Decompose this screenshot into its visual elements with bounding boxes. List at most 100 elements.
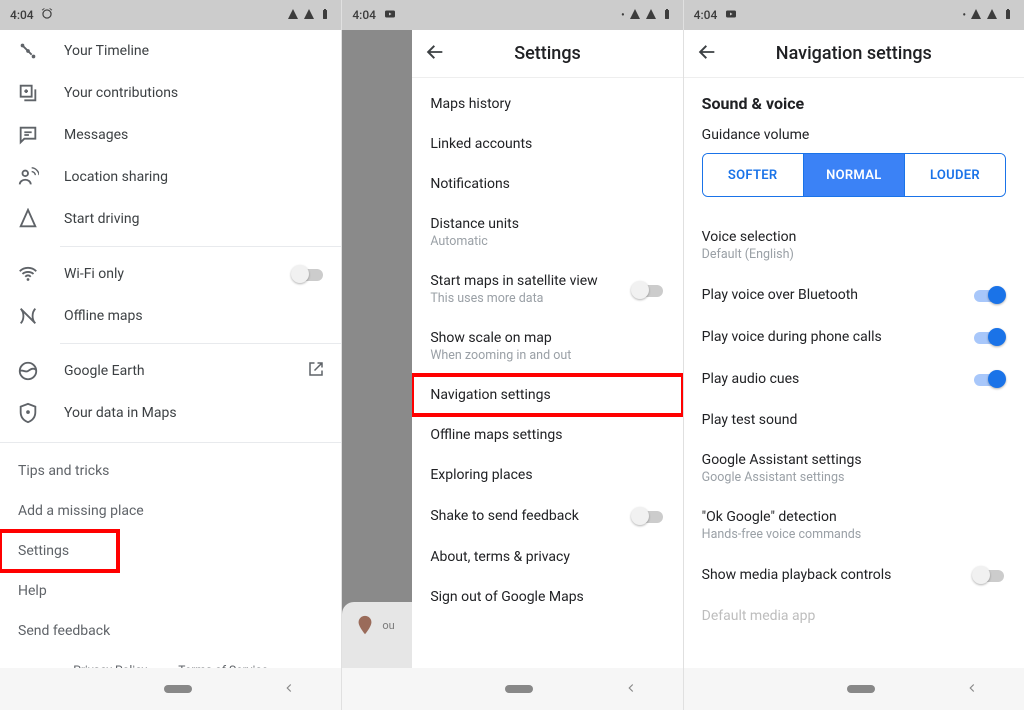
drawer-label: Location sharing [64, 169, 168, 185]
setting-about[interactable]: About, terms & privacy [412, 537, 682, 577]
drawer-label: Settings [18, 543, 69, 559]
back-button[interactable] [282, 680, 296, 699]
wifi-icon [16, 262, 40, 286]
ga-settings-row[interactable]: Google Assistant settingsGoogle Assistan… [702, 440, 1006, 497]
setting-exploring[interactable]: Exploring places [412, 455, 682, 495]
status-bar: 4:04 [0, 0, 341, 30]
drawer-help[interactable]: Help [0, 571, 341, 611]
satellite-toggle[interactable] [631, 281, 665, 299]
wifi-only-toggle[interactable] [291, 265, 325, 283]
setting-signout[interactable]: Sign out of Google Maps [412, 577, 682, 617]
shake-toggle[interactable] [631, 507, 665, 525]
row-sublabel: Google Assistant settings [702, 470, 862, 485]
drawer-start-driving[interactable]: Start driving [0, 198, 341, 240]
setting-notifications[interactable]: Notifications [412, 164, 682, 204]
back-icon[interactable] [424, 41, 446, 67]
system-nav-bar [684, 668, 1024, 710]
row-label: "Ok Google" detection [702, 509, 862, 525]
row-label: Play audio cues [702, 371, 800, 387]
setting-maps-history[interactable]: Maps history [412, 84, 682, 124]
drawer-label: Messages [64, 127, 128, 143]
status-bar: 4:04 • [684, 0, 1024, 30]
drawer-offline-maps[interactable]: Offline maps [0, 295, 341, 337]
okg-row[interactable]: "Ok Google" detectionHands-free voice co… [702, 497, 1006, 554]
drawer-wifi-only[interactable]: Wi-Fi only [0, 253, 341, 295]
divider [60, 343, 341, 344]
drawer-your-data[interactable]: Your data in Maps [0, 392, 341, 434]
drawer-settings[interactable]: Settings [0, 531, 118, 571]
drawer-your-timeline[interactable]: Your Timeline [0, 30, 341, 72]
location-sharing-icon [16, 165, 40, 189]
voice-selection-row[interactable]: Voice selectionDefault (English) [702, 217, 1006, 274]
drawer-label: Help [18, 583, 47, 599]
battery-icon [1002, 8, 1014, 23]
phone-settings-screen: 4:04 • GO ou [341, 0, 682, 710]
setting-shake[interactable]: Shake to send feedback [412, 495, 682, 537]
alarm-icon [40, 7, 54, 24]
drawer-add-missing[interactable]: Add a missing place [0, 491, 341, 531]
nav-settings-sheet: Navigation settings Sound & voice Guidan… [684, 30, 1024, 668]
guidance-volume-segment: SOFTER NORMAL LOUDER [702, 153, 1006, 197]
youtube-icon [723, 8, 739, 23]
contributions-icon [16, 81, 40, 105]
volume-softer-button[interactable]: SOFTER [703, 154, 803, 196]
back-button[interactable] [624, 680, 638, 699]
open-external-icon [307, 360, 325, 382]
drawer-send-feedback[interactable]: Send feedback [0, 611, 341, 651]
row-label: Voice selection [702, 229, 797, 245]
setting-label: Show scale on map [430, 330, 571, 346]
setting-offline-maps[interactable]: Offline maps settings [412, 415, 682, 455]
row-label: Default media app [702, 608, 816, 624]
sound-voice-header: Sound & voice [702, 94, 1006, 113]
setting-label: Notifications [430, 176, 510, 192]
youtube-icon [382, 8, 398, 23]
media-playback-row[interactable]: Show media playback controls [702, 554, 1006, 596]
row-label: Play voice during phone calls [702, 329, 882, 345]
signal-icon [645, 8, 657, 23]
system-nav-bar [0, 668, 341, 710]
audio-cues-row[interactable]: Play audio cues [702, 358, 1006, 400]
during-calls-toggle[interactable] [972, 328, 1006, 346]
offline-maps-icon [16, 304, 40, 328]
shield-icon [16, 401, 40, 425]
bluetooth-row[interactable]: Play voice over Bluetooth [702, 274, 1006, 316]
setting-navigation[interactable]: Navigation settings [412, 375, 682, 415]
setting-show-scale[interactable]: Show scale on mapWhen zooming in and out [412, 318, 682, 375]
drawer-label: Your data in Maps [64, 405, 177, 421]
drawer-label: Your Timeline [64, 43, 149, 59]
setting-label: Distance units [430, 216, 519, 232]
drawer-location-sharing[interactable]: Location sharing [0, 156, 341, 198]
setting-linked-accounts[interactable]: Linked accounts [412, 124, 682, 164]
volume-normal-button[interactable]: NORMAL [803, 154, 904, 196]
drawer-label: Wi-Fi only [64, 266, 124, 282]
guidance-volume-label: Guidance volume [702, 127, 1006, 143]
sheet-header: Settings [412, 30, 682, 78]
setting-label: Shake to send feedback [430, 508, 579, 524]
phone-drawer-screen: 4:04 Your Timeline Your contributions [0, 0, 341, 710]
explore-card-text: ou [382, 619, 394, 632]
setting-distance-units[interactable]: Distance unitsAutomatic [412, 204, 682, 261]
during-calls-row[interactable]: Play voice during phone calls [702, 316, 1006, 358]
nav-settings-title: Navigation settings [718, 43, 1012, 64]
signal-icon [287, 8, 299, 23]
drawer-google-earth[interactable]: Google Earth [0, 350, 341, 392]
back-button[interactable] [965, 680, 979, 699]
test-sound-row[interactable]: Play test sound [702, 400, 1006, 440]
drawer-tips[interactable]: Tips and tricks [0, 451, 341, 491]
home-pill[interactable] [505, 685, 533, 693]
divider [60, 246, 341, 247]
home-pill[interactable] [164, 685, 192, 693]
drawer-messages[interactable]: Messages [0, 114, 341, 156]
audio-cues-toggle[interactable] [972, 370, 1006, 388]
home-pill[interactable] [847, 685, 875, 693]
status-time: 4:04 [694, 8, 718, 22]
battery-icon [661, 8, 673, 23]
media-playback-toggle[interactable] [972, 566, 1006, 584]
settings-sheet: Settings Maps history Linked accounts No… [412, 30, 682, 668]
volume-louder-button[interactable]: LOUDER [904, 154, 1005, 196]
drawer-label: Send feedback [18, 623, 110, 639]
bluetooth-toggle[interactable] [972, 286, 1006, 304]
back-icon[interactable] [696, 41, 718, 67]
drawer-your-contributions[interactable]: Your contributions [0, 72, 341, 114]
setting-satellite[interactable]: Start maps in satellite viewThis uses mo… [412, 261, 682, 318]
